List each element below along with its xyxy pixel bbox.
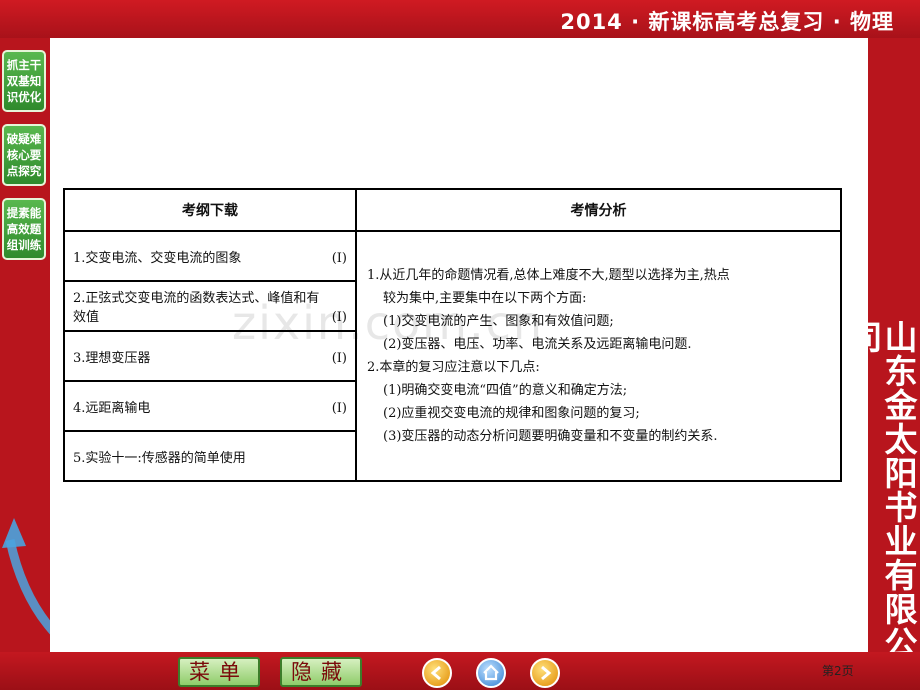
menu-button[interactable]: 菜单 bbox=[178, 657, 260, 687]
outline-item: 5.实验十一:传感器的简单使用 bbox=[63, 430, 357, 482]
outline-item-level: (Ⅰ) bbox=[331, 400, 347, 416]
outline-item-text: 2.正弦式交变电流的函数表达式、峰值和有效值 bbox=[73, 291, 320, 325]
exam-outline-table: 考纲下载 考情分析 1.交变电流、交变电流的图象 (Ⅰ) 1.从近几年的命题情况看… bbox=[63, 188, 842, 482]
outline-item-level: (Ⅰ) bbox=[331, 310, 347, 325]
sidebar-item-basics[interactable]: 抓主干双基知识优化 bbox=[2, 50, 46, 112]
analysis-header: 考情分析 bbox=[355, 188, 842, 232]
home-icon[interactable] bbox=[476, 658, 506, 688]
outline-header: 考纲下载 bbox=[63, 188, 357, 232]
prev-arrow-icon[interactable] bbox=[422, 658, 452, 688]
analysis-line: 2.本章的复习应注意以下几点: bbox=[367, 360, 540, 375]
analysis-line: (2)应重视交变电流的规律和图象问题的复习; bbox=[383, 406, 640, 421]
outline-item-text: 1.交变电流、交变电流的图象 bbox=[73, 250, 242, 266]
sidebar-item-exercises[interactable]: 提素能高效题组训练 bbox=[2, 198, 46, 260]
outline-item: 1.交变电流、交变电流的图象 (Ⅰ) bbox=[63, 230, 357, 282]
course-title: 2014 · 新课标高考总复习 · 物理 bbox=[560, 10, 894, 34]
outline-item: 2.正弦式交变电流的函数表达式、峰值和有效值 (Ⅰ) bbox=[63, 280, 357, 332]
analysis-cell: 1.从近几年的命题情况看,总体上难度不大,题型以选择为主,热点 较为集中,主要集… bbox=[355, 230, 842, 482]
sidebar-item-key-points[interactable]: 破疑难核心要点探究 bbox=[2, 124, 46, 186]
outline-item-text: 5.实验十一:传感器的简单使用 bbox=[73, 450, 246, 466]
table-header-row: 考纲下载 考情分析 bbox=[63, 188, 842, 232]
top-banner: 2014 · 新课标高考总复习 · 物理 bbox=[0, 0, 920, 38]
analysis-line: 1.从近几年的命题情况看,总体上难度不大,题型以选择为主,热点 bbox=[367, 268, 730, 283]
analysis-line: (3)变压器的动态分析问题要明确变量和不变量的制约关系. bbox=[383, 429, 718, 444]
publisher-name: 山东金太阳书业有限公司 bbox=[844, 320, 918, 660]
outline-item: 3.理想变压器 (Ⅰ) bbox=[63, 330, 357, 382]
analysis-line: (2)变压器、电压、功率、电流关系及远距离输电问题. bbox=[383, 337, 692, 352]
outline-item-level: (Ⅰ) bbox=[331, 250, 347, 266]
outline-item-level: (Ⅰ) bbox=[331, 350, 347, 366]
next-arrow-icon[interactable] bbox=[530, 658, 560, 688]
page-number: 第2页 bbox=[822, 664, 854, 678]
bottom-bar bbox=[0, 652, 920, 690]
outline-item-text: 4.远距离输电 bbox=[73, 400, 151, 416]
outline-item: 4.远距离输电 (Ⅰ) bbox=[63, 380, 357, 432]
analysis-line: (1)明确交变电流“四值”的意义和确定方法; bbox=[383, 383, 628, 398]
analysis-line: 较为集中,主要集中在以下两个方面: bbox=[383, 291, 587, 306]
hide-button[interactable]: 隐藏 bbox=[280, 657, 362, 687]
analysis-line: (1)交变电流的产生、图象和有效值问题; bbox=[383, 314, 614, 329]
outline-item-text: 3.理想变压器 bbox=[73, 350, 151, 366]
table-row: 1.交变电流、交变电流的图象 (Ⅰ) 1.从近几年的命题情况看,总体上难度不大,题… bbox=[63, 230, 842, 482]
